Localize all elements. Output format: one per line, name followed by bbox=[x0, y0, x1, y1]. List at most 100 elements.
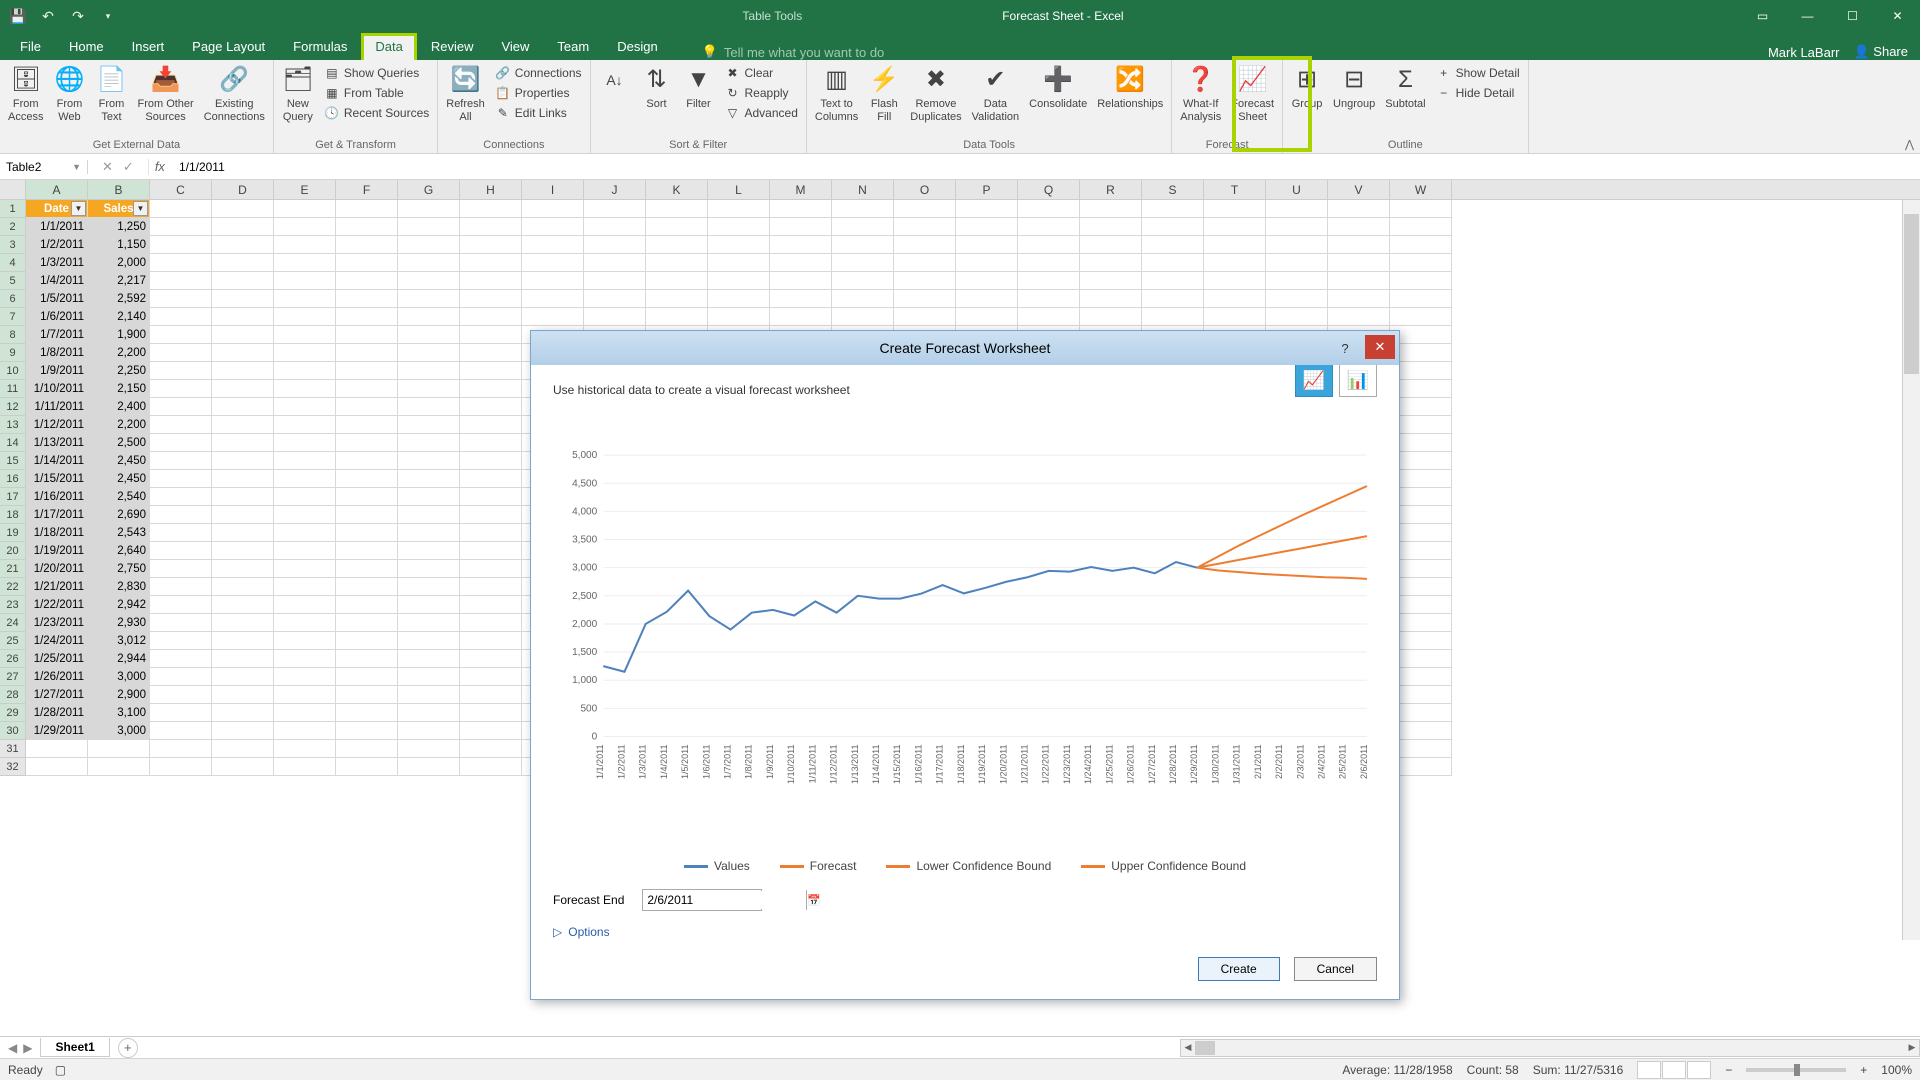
cell[interactable] bbox=[646, 236, 708, 254]
cell[interactable]: 2,640 bbox=[88, 542, 150, 560]
hscroll-right-icon[interactable]: ▶ bbox=[1905, 1040, 1919, 1056]
tab-page-layout[interactable]: Page Layout bbox=[178, 33, 279, 60]
cell[interactable] bbox=[398, 254, 460, 272]
cell[interactable] bbox=[212, 704, 274, 722]
cell[interactable]: 1,150 bbox=[88, 236, 150, 254]
tab-home[interactable]: Home bbox=[55, 33, 118, 60]
cell[interactable] bbox=[460, 542, 522, 560]
cell[interactable]: 1/28/2011 bbox=[26, 704, 88, 722]
cell[interactable] bbox=[212, 632, 274, 650]
sort-button[interactable]: ⇅Sort bbox=[637, 62, 677, 113]
cell[interactable]: 2,690 bbox=[88, 506, 150, 524]
cell[interactable] bbox=[150, 218, 212, 236]
cell[interactable] bbox=[1390, 272, 1452, 290]
cell[interactable] bbox=[832, 254, 894, 272]
cell[interactable] bbox=[274, 740, 336, 758]
cell[interactable] bbox=[336, 218, 398, 236]
cell[interactable] bbox=[336, 200, 398, 218]
cell[interactable] bbox=[398, 740, 460, 758]
data-validation-button[interactable]: ✔Data Validation bbox=[968, 62, 1024, 126]
column-chart-type-button[interactable]: 📊 bbox=[1339, 363, 1377, 397]
vscroll-thumb[interactable] bbox=[1904, 214, 1919, 374]
cell[interactable] bbox=[150, 344, 212, 362]
text-to-columns-button[interactable]: ▥Text to Columns bbox=[811, 62, 862, 126]
cell[interactable] bbox=[956, 290, 1018, 308]
cancel-button[interactable]: Cancel bbox=[1294, 957, 1377, 981]
cell[interactable] bbox=[336, 614, 398, 632]
cell[interactable] bbox=[398, 506, 460, 524]
cell[interactable] bbox=[1080, 308, 1142, 326]
cell[interactable]: 2,150 bbox=[88, 380, 150, 398]
cell[interactable] bbox=[336, 272, 398, 290]
cell[interactable] bbox=[336, 488, 398, 506]
recent-sources-button[interactable]: 🕓Recent Sources bbox=[320, 104, 433, 122]
hscroll-left-icon[interactable]: ◀ bbox=[1181, 1040, 1195, 1056]
qat-customize-icon[interactable]: ▾ bbox=[98, 6, 118, 26]
row-header[interactable]: 1 bbox=[0, 200, 26, 218]
cell[interactable] bbox=[894, 272, 956, 290]
cell[interactable] bbox=[150, 758, 212, 776]
dialog-help-button[interactable]: ? bbox=[1329, 336, 1361, 360]
cell[interactable] bbox=[212, 740, 274, 758]
cell[interactable] bbox=[398, 560, 460, 578]
cell[interactable] bbox=[460, 218, 522, 236]
cell[interactable]: 1/2/2011 bbox=[26, 236, 88, 254]
cell[interactable] bbox=[274, 542, 336, 560]
cell[interactable] bbox=[274, 398, 336, 416]
column-header[interactable]: U bbox=[1266, 180, 1328, 199]
cell[interactable] bbox=[336, 596, 398, 614]
cell[interactable] bbox=[460, 524, 522, 542]
cell[interactable] bbox=[460, 398, 522, 416]
zoom-level[interactable]: 100% bbox=[1881, 1063, 1912, 1077]
row-header[interactable]: 25 bbox=[0, 632, 26, 650]
connections-button[interactable]: 🔗Connections bbox=[491, 64, 586, 82]
column-header[interactable]: S bbox=[1142, 180, 1204, 199]
cell[interactable] bbox=[708, 254, 770, 272]
cell[interactable] bbox=[398, 542, 460, 560]
cell[interactable] bbox=[274, 650, 336, 668]
column-header[interactable]: D bbox=[212, 180, 274, 199]
cell[interactable] bbox=[398, 722, 460, 740]
cell[interactable]: 2,830 bbox=[88, 578, 150, 596]
cell[interactable] bbox=[832, 200, 894, 218]
cell[interactable] bbox=[398, 596, 460, 614]
cell[interactable] bbox=[336, 704, 398, 722]
cell[interactable] bbox=[460, 470, 522, 488]
cell[interactable] bbox=[274, 686, 336, 704]
column-header[interactable]: E bbox=[274, 180, 336, 199]
cell[interactable]: 2,930 bbox=[88, 614, 150, 632]
cell[interactable]: 1/16/2011 bbox=[26, 488, 88, 506]
cell[interactable] bbox=[274, 758, 336, 776]
cell[interactable] bbox=[274, 452, 336, 470]
cell[interactable] bbox=[1204, 200, 1266, 218]
cell[interactable] bbox=[336, 506, 398, 524]
cell[interactable] bbox=[398, 488, 460, 506]
vertical-scrollbar[interactable] bbox=[1902, 200, 1920, 940]
cell[interactable] bbox=[522, 218, 584, 236]
cell[interactable] bbox=[336, 398, 398, 416]
cell[interactable]: 1/21/2011 bbox=[26, 578, 88, 596]
cell[interactable] bbox=[522, 200, 584, 218]
cell[interactable]: Sales▼ bbox=[88, 200, 150, 218]
cell[interactable] bbox=[336, 524, 398, 542]
close-icon[interactable]: ✕ bbox=[1875, 0, 1920, 32]
cell[interactable]: 1/26/2011 bbox=[26, 668, 88, 686]
cell[interactable] bbox=[1328, 308, 1390, 326]
cell[interactable]: 2,400 bbox=[88, 398, 150, 416]
cell[interactable] bbox=[956, 308, 1018, 326]
cell[interactable] bbox=[460, 632, 522, 650]
cell[interactable] bbox=[398, 758, 460, 776]
tab-design[interactable]: Design bbox=[603, 33, 671, 60]
cell[interactable] bbox=[832, 290, 894, 308]
row-header[interactable]: 10 bbox=[0, 362, 26, 380]
row-header[interactable]: 27 bbox=[0, 668, 26, 686]
cell[interactable] bbox=[274, 380, 336, 398]
cell[interactable] bbox=[150, 650, 212, 668]
cell[interactable]: 2,540 bbox=[88, 488, 150, 506]
tab-formulas[interactable]: Formulas bbox=[279, 33, 361, 60]
cell[interactable] bbox=[274, 326, 336, 344]
page-layout-view-button[interactable] bbox=[1662, 1061, 1686, 1079]
dialog-close-button[interactable]: ✕ bbox=[1365, 335, 1395, 359]
row-header[interactable]: 23 bbox=[0, 596, 26, 614]
zoom-slider[interactable] bbox=[1746, 1068, 1846, 1072]
